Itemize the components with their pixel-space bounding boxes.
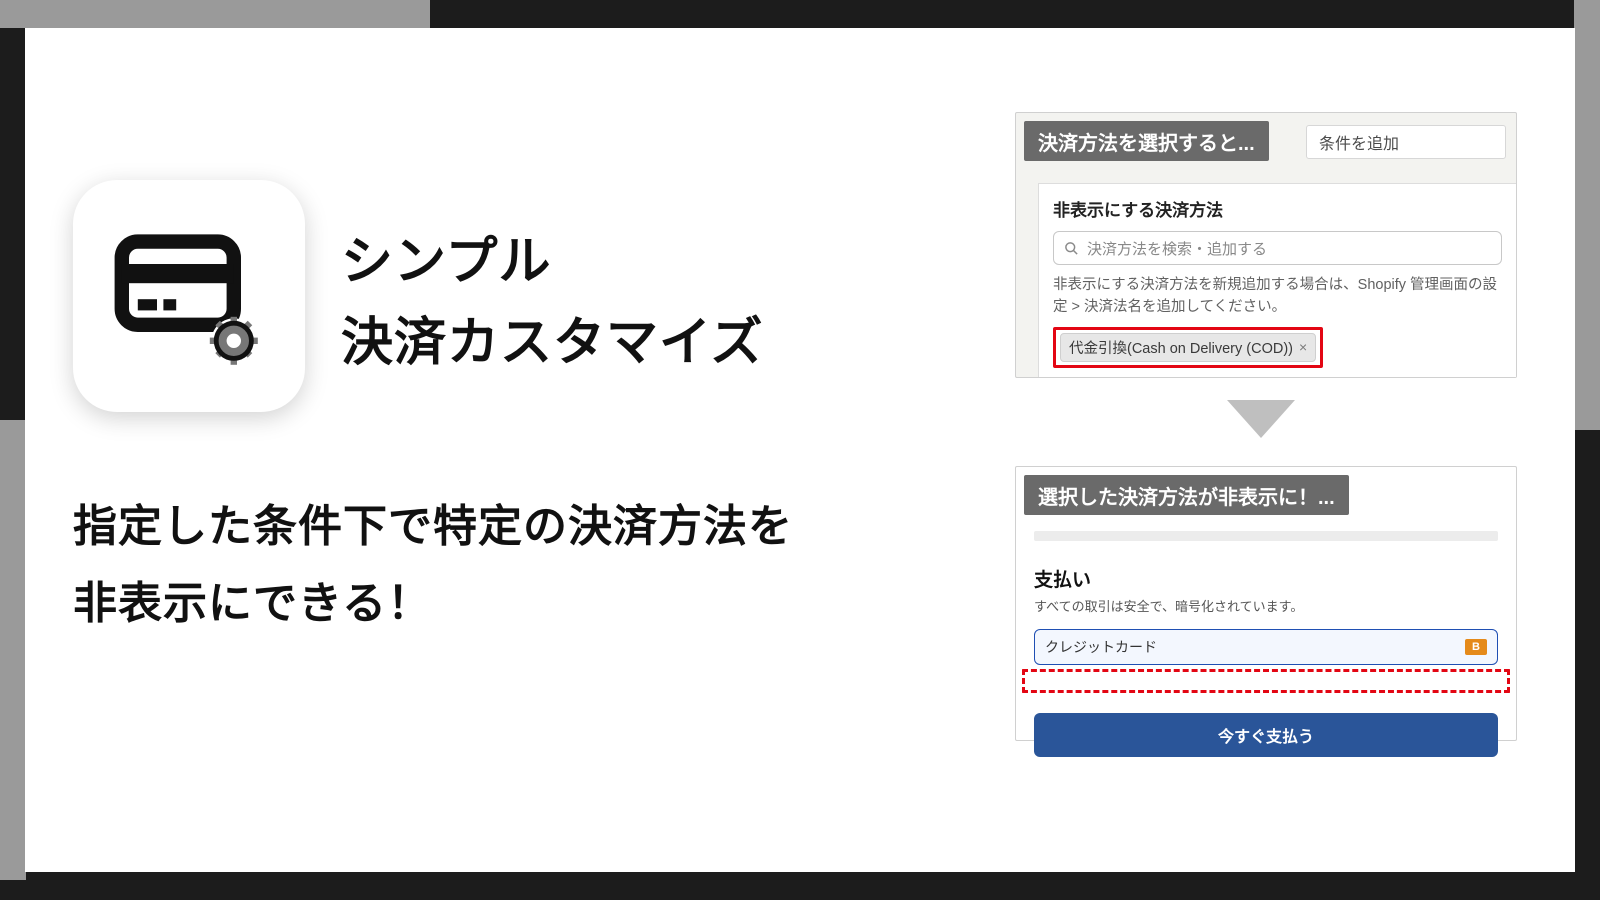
placeholder-bar (1034, 531, 1498, 541)
frame-accent-top (0, 0, 430, 28)
pay-now-button[interactable]: 今すぐ支払う (1034, 713, 1498, 757)
add-condition-label: 条件を追加 (1319, 130, 1399, 154)
arrow-down-icon (1227, 400, 1295, 438)
remove-tag-icon[interactable]: × (1299, 339, 1307, 355)
settings-tab-active[interactable]: 決済方法を選択すると... (1024, 121, 1269, 161)
slide-canvas: シンプル 決済カスタマイズ 指定した条件下で特定の決済方法を 非表示にできる！ … (25, 28, 1575, 872)
card-gear-icon (109, 216, 269, 376)
checkout-tab-label: 選択した決済方法が非表示に！... (1038, 481, 1335, 510)
payment-section-title: 支払い (1034, 565, 1498, 592)
settings-card: 非表示にする決済方法 決済方法を検索・追加する 非表示にする決済方法を新規追加す… (1038, 183, 1516, 377)
pay-now-label: 今すぐ支払う (1218, 723, 1314, 747)
frame-accent-left (0, 420, 26, 880)
app-title: シンプル 決済カスタマイズ (341, 222, 763, 383)
hidden-method-indicator (1022, 669, 1510, 693)
payment-method-search-input[interactable]: 決済方法を検索・追加する (1053, 231, 1502, 265)
settings-hint: 非表示にする決済方法を新規追加する場合は、Shopify 管理画面の設定 > 決… (1053, 275, 1502, 319)
card-brand-badge: B (1465, 639, 1487, 655)
app-title-line2: 決済カスタマイズ (341, 314, 763, 372)
app-icon (73, 180, 305, 412)
settings-section-title: 非表示にする決済方法 (1053, 196, 1502, 221)
search-placeholder: 決済方法を検索・追加する (1087, 238, 1267, 259)
payment-section-subtitle: すべての取引は安全で、暗号化されています。 (1034, 596, 1498, 615)
add-condition-tab[interactable]: 条件を追加 (1306, 125, 1506, 159)
subhead-line2: 非表示にできる！ (73, 579, 432, 628)
checkout-body: 支払い すべての取引は安全で、暗号化されています。 クレジットカード B 今すぐ… (1034, 531, 1498, 757)
search-icon (1064, 241, 1079, 256)
app-subheadline: 指定した条件下で特定の決済方法を 非表示にできる！ (73, 488, 793, 642)
payment-option-label: クレジットカード (1045, 637, 1157, 657)
checkout-panel: 選択した決済方法が非表示に！... 支払い すべての取引は安全で、暗号化されてい… (1015, 466, 1517, 741)
app-title-line1: シンプル (341, 233, 551, 291)
frame-accent-right (1574, 0, 1600, 430)
selected-payment-tag-label: 代金引換(Cash on Delivery (COD)) (1069, 337, 1293, 358)
selected-payment-tag[interactable]: 代金引換(Cash on Delivery (COD)) × (1060, 333, 1316, 362)
subhead-line1: 指定した条件下で特定の決済方法を (73, 502, 793, 551)
settings-tab-active-label: 決済方法を選択すると... (1038, 127, 1255, 156)
checkout-tab-active: 選択した決済方法が非表示に！... (1024, 475, 1349, 515)
selected-tag-highlight: 代金引換(Cash on Delivery (COD)) × (1053, 327, 1323, 368)
payment-option-credit-card[interactable]: クレジットカード B (1034, 629, 1498, 665)
settings-panel: 決済方法を選択すると... 条件を追加 非表示にする決済方法 決済方法を検索・追… (1015, 112, 1517, 378)
